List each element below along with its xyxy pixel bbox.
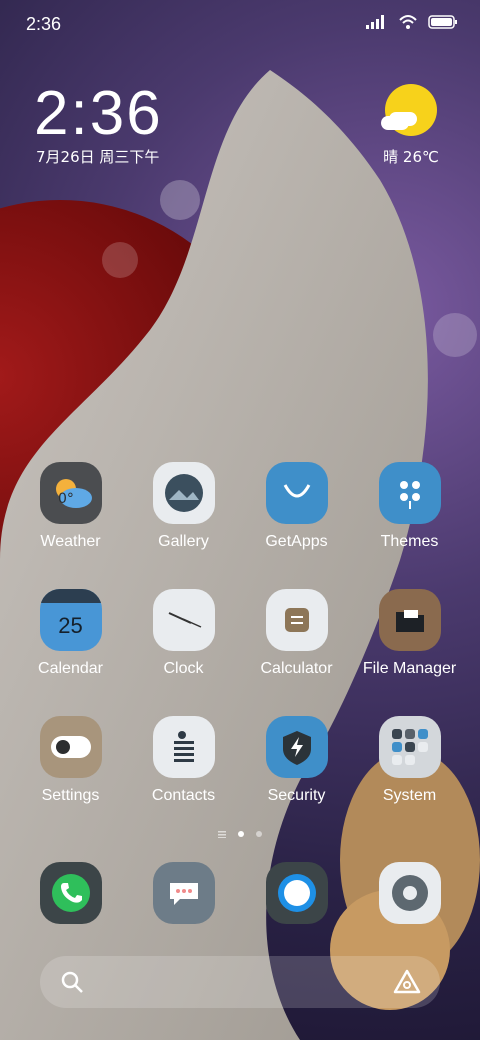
app-label: Calendar	[38, 660, 103, 677]
message-icon	[152, 862, 215, 924]
lockscreen-clock[interactable]: 2:36	[34, 78, 163, 149]
assistant-icon[interactable]	[392, 968, 422, 996]
dock	[14, 862, 466, 924]
app-label: GetApps	[265, 533, 328, 550]
app-label: Clock	[163, 660, 204, 677]
date-text[interactable]: 7月26日 周三下午	[36, 146, 159, 167]
getapps-icon	[265, 462, 328, 524]
app-label: Security	[267, 787, 326, 804]
browser-icon	[265, 862, 328, 924]
weather-icon-text: 0°	[58, 491, 74, 507]
page-indicator	[0, 830, 480, 838]
dock-browser[interactable]	[240, 862, 353, 924]
calendar-day: 25	[58, 613, 83, 638]
app-security[interactable]: Security	[240, 716, 353, 805]
app-contacts[interactable]: Contacts	[127, 716, 240, 805]
settings-icon	[39, 716, 102, 778]
folder-icon	[378, 589, 441, 651]
clock-icon	[152, 589, 215, 651]
folder-preview-icon	[378, 716, 441, 778]
app-label: Contacts	[151, 787, 216, 804]
camera-icon	[378, 862, 441, 924]
app-weather[interactable]: 0° Weather	[14, 462, 127, 551]
app-clock[interactable]: Clock	[127, 589, 240, 678]
themes-icon	[378, 462, 441, 524]
status-time: 2:36	[26, 14, 62, 34]
dock-messaging[interactable]	[127, 862, 240, 924]
page-dot-active[interactable]	[238, 831, 244, 837]
phone-icon	[39, 862, 102, 924]
app-label: Gallery	[158, 533, 209, 550]
wifi-icon	[399, 15, 417, 29]
weather-widget[interactable]: 晴 26℃	[376, 84, 446, 167]
signal-icon	[366, 15, 384, 29]
menu-lines-icon[interactable]	[218, 830, 226, 838]
security-icon	[265, 716, 328, 778]
app-themes[interactable]: Themes	[353, 462, 466, 551]
search-icon	[61, 971, 83, 993]
search-bar[interactable]	[40, 956, 440, 1008]
app-label: Themes	[380, 533, 439, 550]
app-label: Weather	[40, 533, 101, 550]
app-calendar[interactable]: 25 Calendar	[14, 589, 127, 678]
app-getapps[interactable]: GetApps	[240, 462, 353, 551]
app-gallery[interactable]: Gallery	[127, 462, 240, 551]
app-label: Calculator	[260, 660, 333, 677]
dock-camera[interactable]	[353, 862, 466, 924]
battery-icon	[428, 15, 457, 29]
weather-text: 晴 26℃	[383, 148, 439, 166]
app-settings[interactable]: Settings	[14, 716, 127, 805]
app-label: File Manager	[362, 660, 457, 677]
calendar-icon: 25	[39, 589, 102, 651]
gallery-icon	[152, 462, 215, 524]
page-dot[interactable]	[256, 831, 262, 837]
app-calculator[interactable]: Calculator	[240, 589, 353, 678]
dock-phone[interactable]	[14, 862, 127, 924]
weather-app-icon: 0°	[39, 462, 102, 524]
app-file-manager[interactable]: File Manager	[353, 589, 466, 678]
contacts-icon	[152, 716, 215, 778]
sunny-icon	[381, 84, 437, 136]
app-label: Settings	[41, 787, 100, 804]
app-folder-system[interactable]: System	[353, 716, 466, 805]
calculator-icon	[265, 589, 328, 651]
app-label: System	[382, 787, 437, 804]
status-bar: 2:36	[0, 0, 480, 50]
app-grid: 0° Weather Gallery GetApps Themes 25 Cal…	[14, 462, 466, 843]
